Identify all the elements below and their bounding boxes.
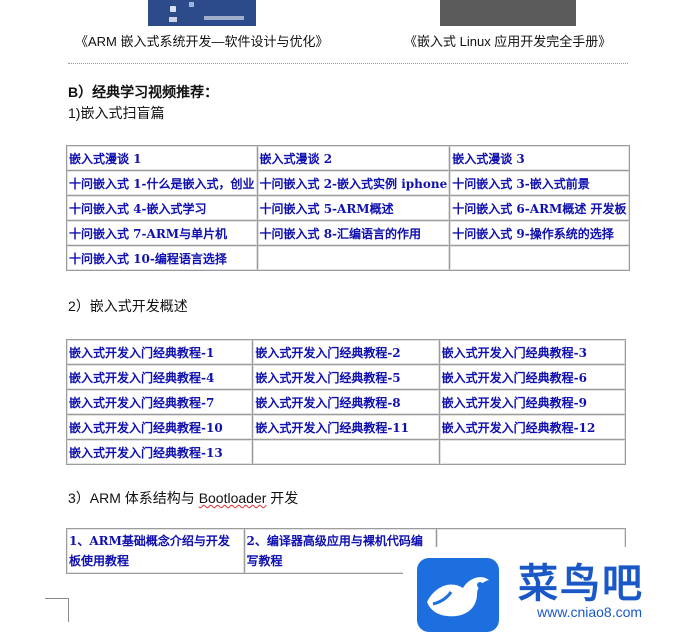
table-row: 嵌入式开发入门经典教程-1 嵌入式开发入门经典教程-2 嵌入式开发入门经典教程-3	[65, 339, 627, 365]
cover-graphic	[189, 2, 194, 7]
video-link[interactable]: 嵌入式开发入门经典教程-12	[438, 414, 627, 440]
section3-title: 3）ARM 体系结构与 Bootloader 开发	[68, 488, 298, 508]
table-row: 嵌入式开发入门经典教程-4 嵌入式开发入门经典教程-5 嵌入式开发入门经典教程-6	[65, 364, 627, 390]
video-link[interactable]: 1、ARM基础概念介绍与开发板使用教程	[66, 528, 245, 574]
table-row: 嵌入式开发入门经典教程-10 嵌入式开发入门经典教程-11 嵌入式开发入门经典教程-…	[65, 414, 627, 440]
empty-cell	[256, 245, 451, 271]
video-link[interactable]: 十问嵌入式 4-嵌入式学习	[66, 195, 258, 221]
section-b-heading: B）经典学习视频推荐：	[68, 84, 219, 100]
video-link[interactable]: 嵌入式开发入门经典教程-1	[65, 339, 254, 365]
table-row: 十问嵌入式 4-嵌入式学习 十问嵌入式 5-ARM概述 十问嵌入式 6-ARM概述 …	[66, 195, 630, 221]
empty-cell	[438, 439, 627, 465]
video-link[interactable]: 十问嵌入式 7-ARM与单片机	[66, 220, 258, 246]
table-row: 十问嵌入式 10-编程语言选择	[66, 245, 630, 271]
watermark-url: www.cniao8.com	[537, 604, 643, 620]
book-cover-linux	[440, 0, 576, 26]
cover-graphic	[170, 6, 176, 12]
table-row: 嵌入式漫谈 1 嵌入式漫谈 2 嵌入式漫谈 3	[66, 145, 630, 171]
site-watermark: 菜鸟吧 www.cniao8.com	[403, 547, 700, 639]
cover-graphic	[204, 16, 244, 20]
video-link[interactable]: 十问嵌入式 5-ARM概述	[256, 195, 451, 221]
video-link[interactable]: 嵌入式开发入门经典教程-6	[438, 364, 627, 390]
book-caption: 《嵌入式 Linux 应用开发完全手册》	[404, 34, 612, 49]
spellcheck-word: Bootloader	[198, 490, 267, 506]
video-link[interactable]: 嵌入式漫谈 2	[256, 145, 451, 171]
section2-title: 2）嵌入式开发概述	[68, 298, 188, 314]
video-link[interactable]: 十问嵌入式 1-什么是嵌入式，创业	[66, 170, 258, 196]
video-link[interactable]: 嵌入式开发入门经典教程-2	[252, 339, 440, 365]
video-link[interactable]: 嵌入式开发入门经典教程-13	[65, 439, 254, 465]
empty-cell	[449, 245, 630, 271]
video-link[interactable]: 嵌入式开发入门经典教程-3	[438, 339, 627, 365]
video-link[interactable]: 嵌入式开发入门经典教程-11	[252, 414, 440, 440]
table-row: 十问嵌入式 1-什么是嵌入式，创业 十问嵌入式 2-嵌入式实例 iphone 十问嵌…	[66, 170, 630, 196]
video-link[interactable]: 十问嵌入式 8-汇编语言的作用	[256, 220, 451, 246]
section-divider	[68, 63, 628, 64]
section1-title: 1)嵌入式扫盲篇	[68, 105, 165, 121]
table-row: 嵌入式开发入门经典教程-7 嵌入式开发入门经典教程-8 嵌入式开发入门经典教程-9	[65, 389, 627, 415]
watermark-name: 菜鸟吧	[518, 560, 644, 607]
bird-logo-icon	[417, 558, 499, 632]
book-cover-arm	[148, 0, 256, 26]
table-row: 嵌入式开发入门经典教程-13	[65, 439, 627, 465]
video-link[interactable]: 十问嵌入式 3-嵌入式前景	[449, 170, 630, 196]
video-link[interactable]: 嵌入式开发入门经典教程-5	[252, 364, 440, 390]
video-link[interactable]: 嵌入式开发入门经典教程-8	[252, 389, 440, 415]
video-link[interactable]: 嵌入式开发入门经典教程-9	[438, 389, 627, 415]
video-link[interactable]: 嵌入式漫谈 3	[449, 145, 630, 171]
video-table-overview: 嵌入式开发入门经典教程-1 嵌入式开发入门经典教程-2 嵌入式开发入门经典教程-3 嵌…	[65, 339, 627, 465]
video-link[interactable]: 十问嵌入式 2-嵌入式实例 iphone	[256, 170, 451, 196]
book-caption: 《ARM 嵌入式系统开发—软件设计与优化》	[75, 34, 329, 49]
video-link[interactable]: 十问嵌入式 6-ARM概述 开发板	[449, 195, 630, 221]
cover-graphic	[169, 17, 177, 22]
video-link[interactable]: 十问嵌入式 9-操作系统的选择	[449, 220, 630, 246]
video-link[interactable]: 嵌入式漫谈 1	[66, 145, 258, 171]
section3-title-suffix: 开发	[266, 490, 299, 506]
empty-cell	[252, 439, 440, 465]
video-link[interactable]: 嵌入式开发入门经典教程-7	[65, 389, 254, 415]
section3-title-prefix: 3）ARM 体系结构与	[68, 490, 199, 506]
video-link[interactable]: 嵌入式开发入门经典教程-4	[65, 364, 254, 390]
table-row: 十问嵌入式 7-ARM与单片机 十问嵌入式 8-汇编语言的作用 十问嵌入式 9-操作…	[66, 220, 630, 246]
video-link[interactable]: 嵌入式开发入门经典教程-10	[65, 414, 254, 440]
video-table-intro: 嵌入式漫谈 1 嵌入式漫谈 2 嵌入式漫谈 3 十问嵌入式 1-什么是嵌入式，创业 十问…	[66, 145, 630, 271]
page-corner-mark	[45, 598, 69, 622]
video-link[interactable]: 十问嵌入式 10-编程语言选择	[66, 245, 258, 271]
